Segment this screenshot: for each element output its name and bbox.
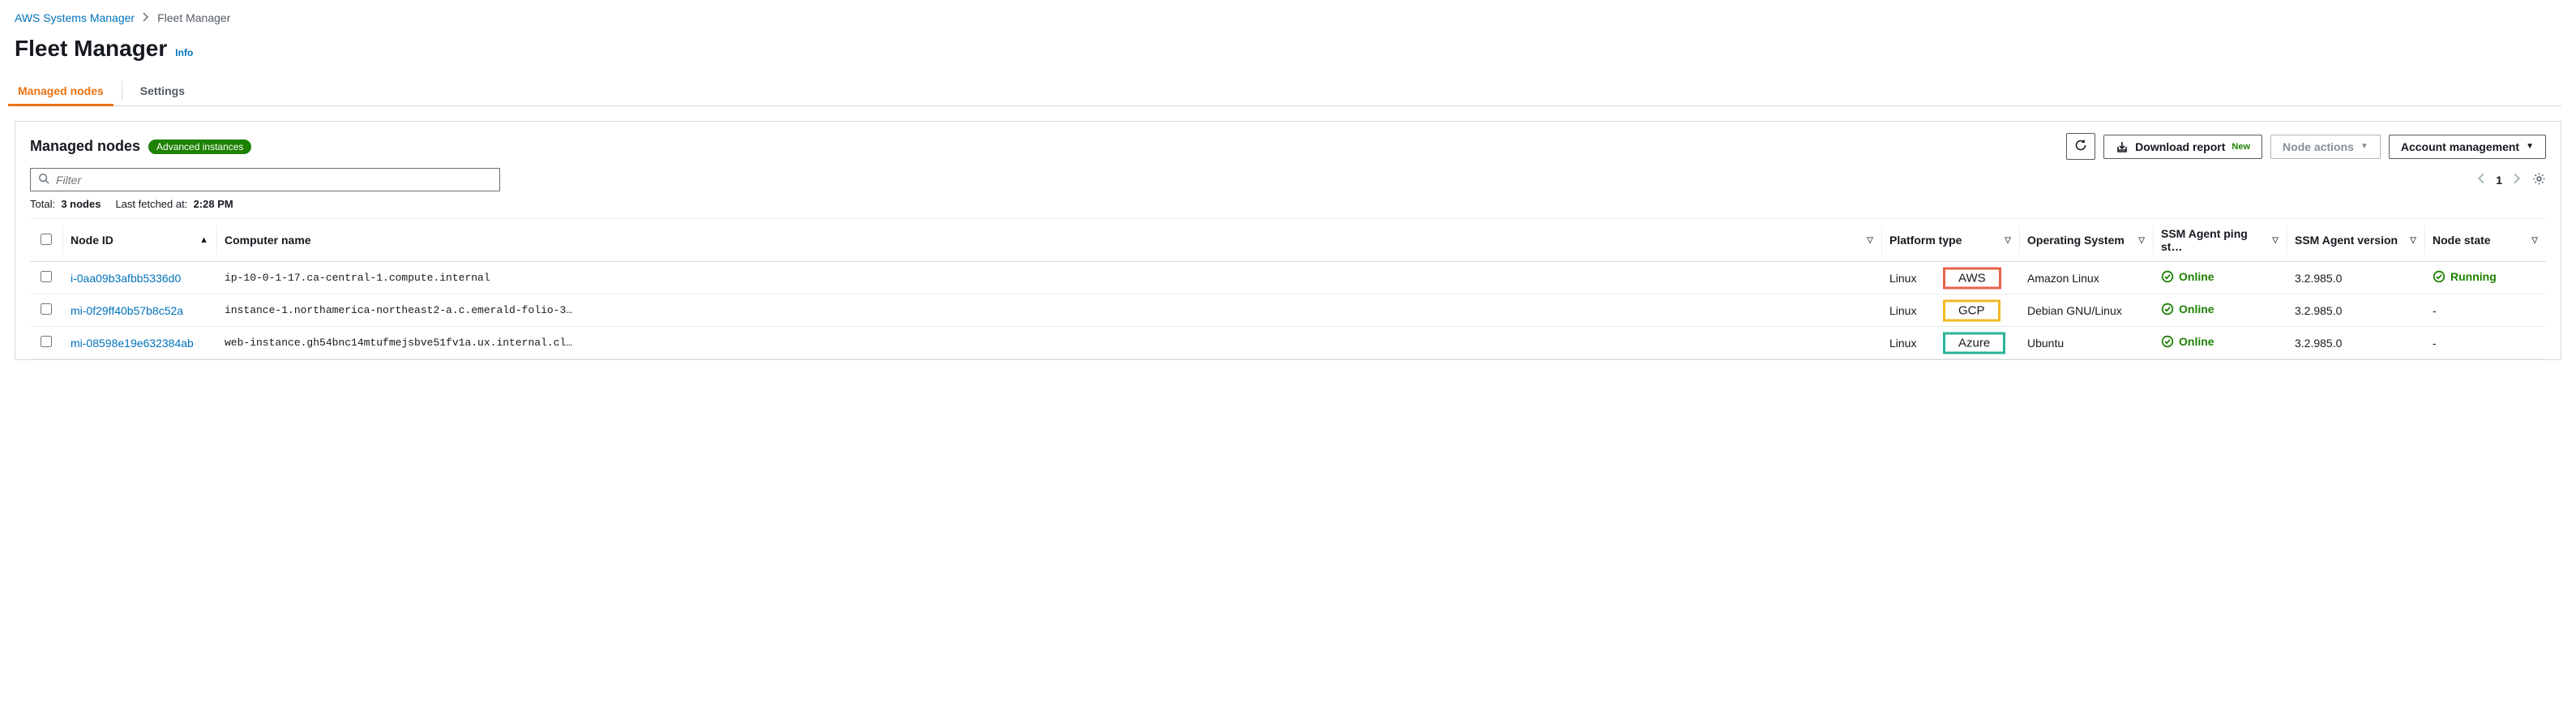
col-ping-label: SSM Agent ping st… xyxy=(2161,227,2267,253)
filter-icon: ▽ xyxy=(2138,236,2145,245)
col-computer-name[interactable]: Computer name ▽ xyxy=(216,219,1881,262)
breadcrumb-current: Fleet Manager xyxy=(157,11,230,24)
filter-icon: ▽ xyxy=(2272,236,2279,245)
row-checkbox[interactable] xyxy=(41,336,52,347)
filter-icon: ▽ xyxy=(1867,236,1873,245)
table-row: i-0aa09b3afbb5336d0 ip-10-0-1-17.ca-cent… xyxy=(30,262,2546,294)
col-computer-name-label: Computer name xyxy=(225,234,311,247)
cloud-annotation-azure: Azure xyxy=(1943,332,2005,354)
page-title: Fleet Manager xyxy=(15,36,167,62)
operating-system: Amazon Linux xyxy=(2019,262,2153,294)
computer-name: instance-1.northamerica-northeast2-a.c.e… xyxy=(216,294,1881,327)
fetched-label: Last fetched at: xyxy=(115,198,187,210)
node-id-link[interactable]: mi-08598e19e632384ab xyxy=(71,337,194,350)
col-os[interactable]: Operating System ▽ xyxy=(2019,219,2153,262)
total-label: Total: xyxy=(30,198,55,210)
total-value: 3 nodes xyxy=(61,198,101,210)
agent-version: 3.2.985.0 xyxy=(2287,327,2424,359)
operating-system: Ubuntu xyxy=(2019,327,2153,359)
page-prev-icon[interactable] xyxy=(2477,173,2484,187)
node-state-running: Running xyxy=(2433,270,2497,283)
node-actions-label: Node actions xyxy=(2283,140,2354,153)
col-state[interactable]: Node state ▽ xyxy=(2424,219,2546,262)
col-platform-type[interactable]: Platform type ▽ xyxy=(1881,219,2019,262)
page-next-icon[interactable] xyxy=(2514,173,2521,187)
col-version-label: SSM Agent version xyxy=(2295,234,2398,247)
filter-input[interactable] xyxy=(56,174,492,187)
pagination: 1 xyxy=(2477,172,2546,188)
filter-icon: ▽ xyxy=(2531,236,2538,245)
col-node-id-label: Node ID xyxy=(71,234,113,247)
ping-status-online: Online xyxy=(2161,303,2214,316)
node-actions-button[interactable]: Node actions ▼ xyxy=(2270,135,2381,159)
sort-asc-icon: ▲ xyxy=(199,235,208,245)
filter-icon: ▽ xyxy=(2410,236,2416,245)
account-management-button[interactable]: Account management ▼ xyxy=(2389,135,2546,159)
download-report-label: Download report xyxy=(2135,140,2225,153)
refresh-icon xyxy=(2074,139,2087,154)
table-row: mi-0f29ff40b57b8c52a instance-1.northame… xyxy=(30,294,2546,327)
breadcrumb-service-link[interactable]: AWS Systems Manager xyxy=(15,11,135,24)
computer-name: ip-10-0-1-17.ca-central-1.compute.intern… xyxy=(216,262,1881,294)
cloud-annotation-gcp: GCP xyxy=(1943,299,2000,321)
node-id-link[interactable]: mi-0f29ff40b57b8c52a xyxy=(71,304,183,317)
caret-down-icon: ▼ xyxy=(2360,142,2368,151)
download-icon xyxy=(2116,140,2129,153)
select-all-checkbox[interactable] xyxy=(41,234,52,245)
download-report-button[interactable]: Download report New xyxy=(2103,135,2262,159)
ping-status-online: Online xyxy=(2161,270,2214,283)
filter-box[interactable] xyxy=(30,168,500,191)
row-checkbox[interactable] xyxy=(41,271,52,282)
fetched-value: 2:28 PM xyxy=(194,198,233,210)
node-id-link[interactable]: i-0aa09b3afbb5336d0 xyxy=(71,272,181,285)
refresh-button[interactable] xyxy=(2066,133,2095,160)
advanced-instances-badge: Advanced instances xyxy=(148,140,251,154)
col-state-label: Node state xyxy=(2433,234,2491,247)
tab-managed-nodes[interactable]: Managed nodes xyxy=(15,76,107,105)
col-ping[interactable]: SSM Agent ping st… ▽ xyxy=(2153,219,2287,262)
search-icon xyxy=(38,173,49,187)
filter-icon: ▽ xyxy=(2005,236,2011,245)
ping-status-online: Online xyxy=(2161,335,2214,348)
page-number: 1 xyxy=(2496,174,2502,187)
nodes-table: Node ID ▲ Computer name ▽ Platform type ▽ O… xyxy=(30,218,2546,359)
new-badge: New xyxy=(2232,142,2250,152)
operating-system: Debian GNU/Linux xyxy=(2019,294,2153,327)
col-node-id[interactable]: Node ID ▲ xyxy=(62,219,216,262)
computer-name: web-instance.gh54bnc14mtufmejsbve51fv1a.… xyxy=(216,327,1881,359)
info-link[interactable]: Info xyxy=(175,47,193,58)
chevron-right-icon xyxy=(143,11,149,24)
settings-gear-icon[interactable] xyxy=(2532,172,2546,188)
managed-nodes-panel: Managed nodes Advanced instances Downloa… xyxy=(15,121,2561,360)
account-management-label: Account management xyxy=(2401,140,2519,153)
node-state: - xyxy=(2433,304,2437,317)
platform-type: Linux Azure xyxy=(1881,327,2019,359)
tab-settings[interactable]: Settings xyxy=(137,76,188,105)
meta-line: Total: 3 nodes Last fetched at: 2:28 PM xyxy=(30,198,2546,210)
agent-version: 3.2.985.0 xyxy=(2287,262,2424,294)
caret-down-icon: ▼ xyxy=(2526,142,2534,151)
platform-type: Linux AWS xyxy=(1881,262,2019,294)
col-version[interactable]: SSM Agent version ▽ xyxy=(2287,219,2424,262)
cloud-annotation-aws: AWS xyxy=(1943,267,2001,289)
row-checkbox[interactable] xyxy=(41,303,52,315)
col-os-label: Operating System xyxy=(2027,234,2125,247)
tab-bar: Managed nodes Settings xyxy=(15,76,2561,106)
breadcrumb: AWS Systems Manager Fleet Manager xyxy=(15,11,2561,24)
agent-version: 3.2.985.0 xyxy=(2287,294,2424,327)
col-platform-type-label: Platform type xyxy=(1889,234,1962,247)
table-row: mi-08598e19e632384ab web-instance.gh54bn… xyxy=(30,327,2546,359)
platform-type: Linux GCP xyxy=(1881,294,2019,327)
panel-title: Managed nodes xyxy=(30,138,140,155)
node-state: - xyxy=(2433,337,2437,350)
